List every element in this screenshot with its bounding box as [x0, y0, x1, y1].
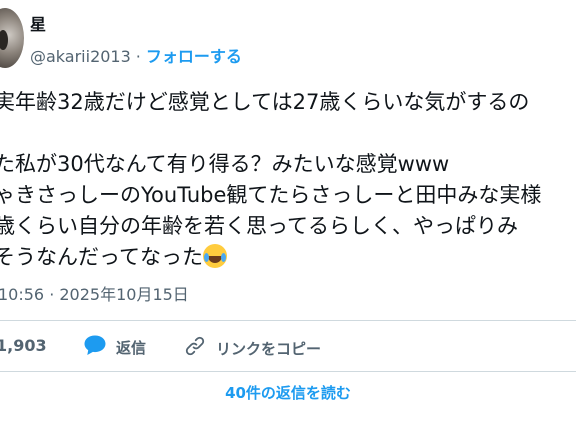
reply-bubble-icon [83, 334, 107, 360]
separator-dot: · [135, 47, 141, 66]
link-icon [183, 334, 207, 362]
follow-button[interactable]: フォローする [146, 47, 242, 66]
read-replies-button[interactable]: 40件の返信を読む [209, 376, 367, 409]
tweet-line-6: そうなんだってなった [0, 245, 203, 269]
divider-bottom [0, 371, 576, 372]
like-count[interactable]: 1,903 [0, 336, 47, 355]
tweet-line-3: た私が30代なんて有り得る？みたいな感覚www [0, 152, 450, 176]
read-replies-row: 40件の返信を読む [0, 374, 576, 410]
tweet-line-4: ゃきさっしーのYouTube観てたらさっしーと田中みな実様 [0, 183, 542, 207]
tweet-line-1: 実年齢32歳だけど感覚としては27歳くらいな気がするの [0, 90, 530, 114]
tears-of-joy-emoji-icon [202, 244, 227, 268]
author-handle[interactable]: @akarii2013 [30, 47, 131, 66]
tweet-text: 実年齢32歳だけど感覚としては27歳くらいな気がするの た私が30代なんて有り得… [0, 87, 576, 273]
tweet-line-5: 歳くらい自分の年齢を若く思ってるらしく、やっぱりみ [0, 214, 518, 238]
avatar[interactable] [0, 8, 24, 68]
divider-top [0, 320, 576, 321]
copy-link-label: リンクをコピー [216, 339, 322, 358]
copy-link-button[interactable]: リンクをコピー [183, 334, 321, 362]
tweet-timestamp[interactable]: 10:56 · 2025年10月15日 [0, 284, 189, 306]
reply-label: 返信 [116, 338, 147, 357]
author-handle-row: @akarii2013 · フォローする [30, 46, 242, 68]
author-name[interactable]: 星 [30, 14, 46, 36]
action-bar: 1,903 返信 リンクをコピー [0, 334, 576, 360]
reply-button[interactable]: 返信 [83, 334, 146, 360]
